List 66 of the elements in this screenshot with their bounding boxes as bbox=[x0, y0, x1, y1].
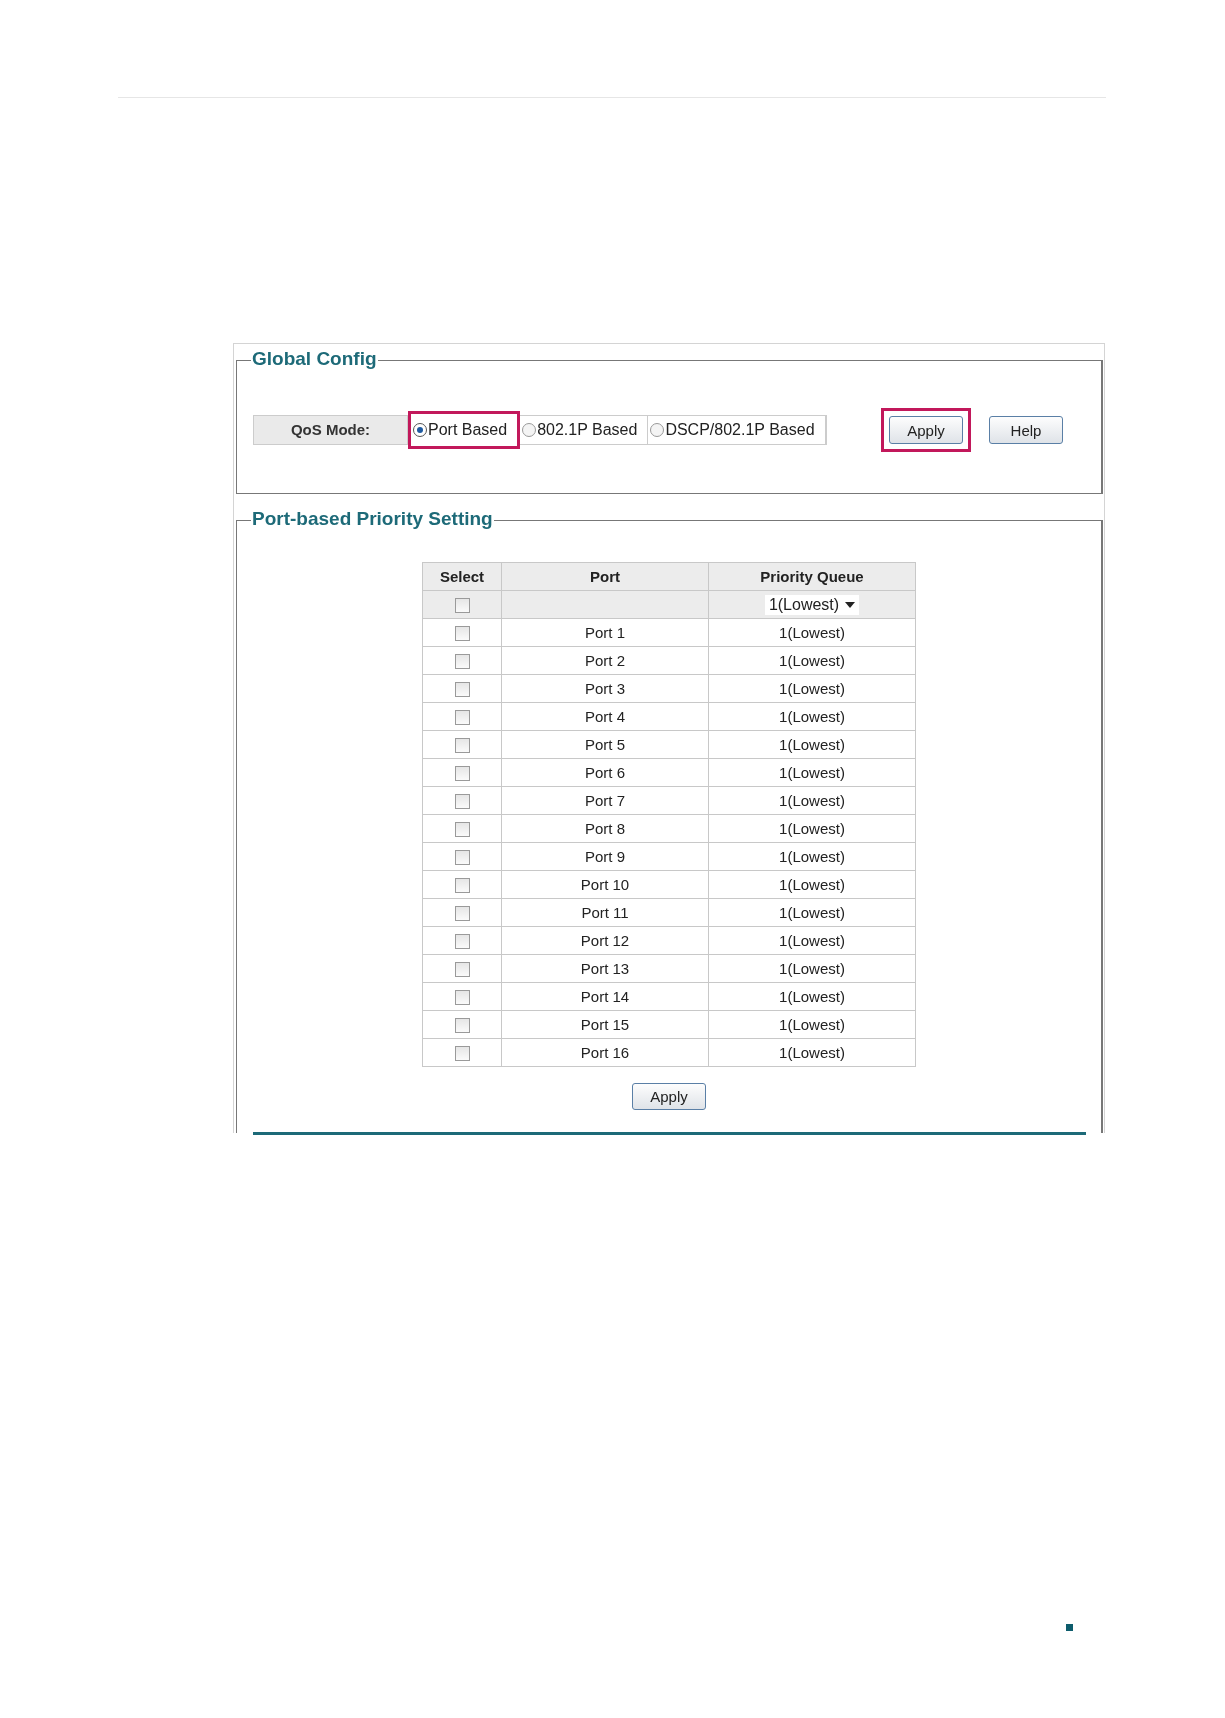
queue-cell: 1(Lowest) bbox=[779, 1044, 845, 1061]
queue-cell: 1(Lowest) bbox=[779, 932, 845, 949]
apply-button[interactable]: Apply bbox=[889, 416, 963, 444]
row-checkbox[interactable] bbox=[454, 822, 470, 838]
queue-cell: 1(Lowest) bbox=[779, 652, 845, 669]
queue-cell: 1(Lowest) bbox=[779, 820, 845, 837]
radio-icon[interactable] bbox=[522, 423, 537, 437]
port-cell: Port 8 bbox=[585, 820, 625, 837]
help-button[interactable]: Help bbox=[989, 416, 1063, 444]
row-checkbox[interactable] bbox=[454, 738, 470, 754]
column-header: Priority Queue bbox=[708, 562, 916, 591]
row-checkbox[interactable] bbox=[454, 1046, 470, 1062]
row-checkbox[interactable] bbox=[454, 682, 470, 698]
queue-cell: 1(Lowest) bbox=[779, 680, 845, 697]
port-cell: Port 3 bbox=[585, 680, 625, 697]
row-checkbox[interactable] bbox=[454, 962, 470, 978]
mode-label: 802.1P Based bbox=[537, 421, 638, 439]
port-cell: Port 7 bbox=[585, 792, 625, 809]
port-cell: Port 1 bbox=[585, 624, 625, 641]
queue-cell: 1(Lowest) bbox=[779, 848, 845, 865]
queue-cell: 1(Lowest) bbox=[779, 736, 845, 753]
port-cell: Port 2 bbox=[585, 652, 625, 669]
row-checkbox[interactable] bbox=[454, 990, 470, 1006]
qos-mode-label: QoS Mode: bbox=[254, 416, 408, 444]
priority-dropdown[interactable]: 1(Lowest) bbox=[764, 594, 860, 615]
queue-cell: 1(Lowest) bbox=[779, 764, 845, 781]
port-cell: Port 4 bbox=[585, 708, 625, 725]
radio-icon[interactable] bbox=[413, 423, 427, 437]
queue-cell: 1(Lowest) bbox=[779, 988, 845, 1005]
queue-cell: 1(Lowest) bbox=[779, 876, 845, 893]
port-cell: Port 11 bbox=[581, 904, 629, 921]
port-cell: Port 5 bbox=[585, 736, 625, 753]
radio-icon[interactable] bbox=[650, 423, 665, 437]
row-checkbox[interactable] bbox=[454, 794, 470, 810]
port-cell: Port 10 bbox=[580, 876, 630, 893]
column-header: Port bbox=[501, 562, 709, 591]
port-cell: Port 13 bbox=[580, 960, 630, 977]
row-checkbox[interactable] bbox=[454, 654, 470, 670]
queue-cell: 1(Lowest) bbox=[779, 624, 845, 641]
row-checkbox[interactable] bbox=[454, 1018, 470, 1034]
port-cell: Port 6 bbox=[585, 764, 625, 781]
mode-radio[interactable]: 802.1P Based bbox=[522, 421, 646, 439]
caret-icon bbox=[845, 601, 856, 608]
row-checkbox[interactable] bbox=[454, 906, 470, 922]
queue-cell: 1(Lowest) bbox=[779, 904, 845, 921]
select-all-checkbox[interactable] bbox=[454, 598, 470, 614]
page-marker-icon bbox=[1066, 1624, 1073, 1631]
row-checkbox[interactable] bbox=[454, 878, 470, 894]
mode-radio[interactable]: Port Based bbox=[413, 421, 516, 439]
mode-label: Port Based bbox=[428, 421, 508, 439]
row-checkbox[interactable] bbox=[454, 710, 470, 726]
row-checkbox[interactable] bbox=[454, 766, 470, 782]
row-checkbox[interactable] bbox=[454, 850, 470, 866]
port-cell: Port 9 bbox=[585, 848, 625, 865]
queue-cell: 1(Lowest) bbox=[779, 792, 845, 809]
port-cell: Port 14 bbox=[580, 988, 630, 1005]
port-cell: Port 15 bbox=[580, 1016, 630, 1033]
row-checkbox[interactable] bbox=[454, 934, 470, 950]
apply-button[interactable]: Apply bbox=[632, 1083, 706, 1110]
queue-cell: 1(Lowest) bbox=[779, 960, 845, 977]
column-header: Select bbox=[422, 562, 502, 591]
queue-cell: 1(Lowest) bbox=[779, 1016, 845, 1033]
row-checkbox[interactable] bbox=[454, 626, 470, 642]
port-cell: Port 12 bbox=[580, 932, 630, 949]
queue-cell: 1(Lowest) bbox=[779, 708, 845, 725]
port-cell: Port 16 bbox=[580, 1044, 630, 1061]
